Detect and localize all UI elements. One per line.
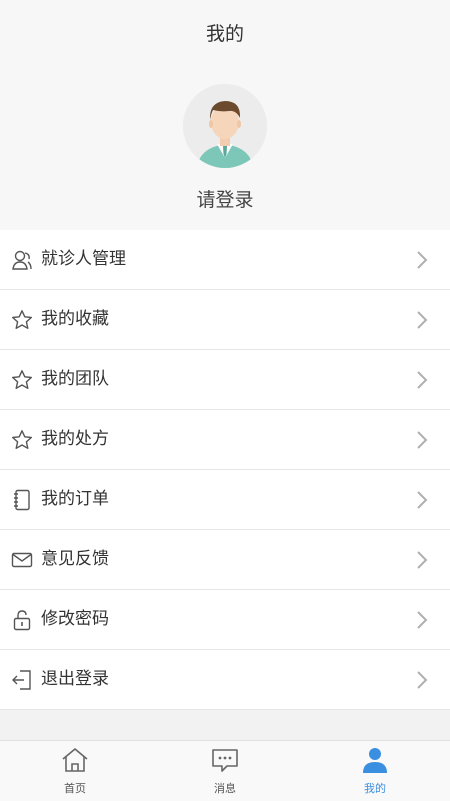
tab-label: 首页: [64, 782, 86, 795]
home-icon: [62, 748, 88, 772]
chevron-right-icon: [417, 431, 428, 449]
menu-item-prescriptions[interactable]: 我的处方: [0, 410, 450, 470]
chevron-right-icon: [417, 371, 428, 389]
message-icon: [212, 749, 238, 772]
menu-item-label: 我的处方: [41, 429, 109, 449]
chevron-right-icon: [417, 311, 428, 329]
chevron-right-icon: [417, 551, 428, 569]
tab-home[interactable]: 首页: [0, 741, 150, 801]
menu-item-label: 我的订单: [41, 489, 109, 509]
lock-icon: [13, 610, 31, 631]
menu-item-team[interactable]: 我的团队: [0, 350, 450, 410]
star-icon: [12, 430, 32, 449]
chevron-right-icon: [417, 251, 428, 269]
star-icon: [12, 370, 32, 389]
menu-list: 就诊人管理 我的收藏 我的团队 我的处方 我的订单 意见反馈 修改密码 退出登录: [0, 230, 450, 710]
menu-item-patient-management[interactable]: 就诊人管理: [0, 230, 450, 290]
menu-item-label: 我的团队: [41, 369, 109, 389]
chevron-right-icon: [417, 491, 428, 509]
menu-item-label: 我的收藏: [41, 309, 109, 329]
tab-mine[interactable]: 我的: [300, 741, 450, 801]
menu-item-orders[interactable]: 我的订单: [0, 470, 450, 530]
tab-messages[interactable]: 消息: [150, 741, 300, 801]
profile-header: 我的 请登录: [0, 0, 450, 230]
menu-item-label: 意见反馈: [41, 549, 109, 569]
menu-item-label: 修改密码: [41, 609, 109, 629]
menu-item-feedback[interactable]: 意见反馈: [0, 530, 450, 590]
notebook-icon: [14, 489, 30, 511]
menu-item-label: 就诊人管理: [41, 249, 126, 269]
menu-item-logout[interactable]: 退出登录: [0, 650, 450, 710]
menu-item-label: 退出登录: [41, 669, 109, 689]
menu-item-change-password[interactable]: 修改密码: [0, 590, 450, 650]
menu-item-favorites[interactable]: 我的收藏: [0, 290, 450, 350]
page-title: 我的: [205, 23, 244, 45]
star-icon: [12, 310, 32, 329]
bottom-tab-bar: 首页 消息 我的: [0, 740, 450, 801]
avatar-illustration-icon: [183, 84, 267, 168]
chevron-right-icon: [417, 671, 428, 689]
logout-icon: [12, 670, 31, 690]
tab-label: 我的: [364, 782, 386, 795]
tab-label: 消息: [214, 782, 236, 795]
patient-icon: [12, 250, 32, 270]
login-link[interactable]: 请登录: [0, 185, 450, 212]
chevron-right-icon: [417, 611, 428, 629]
person-icon: [363, 748, 387, 773]
avatar[interactable]: [183, 84, 267, 168]
mail-icon: [11, 552, 33, 568]
